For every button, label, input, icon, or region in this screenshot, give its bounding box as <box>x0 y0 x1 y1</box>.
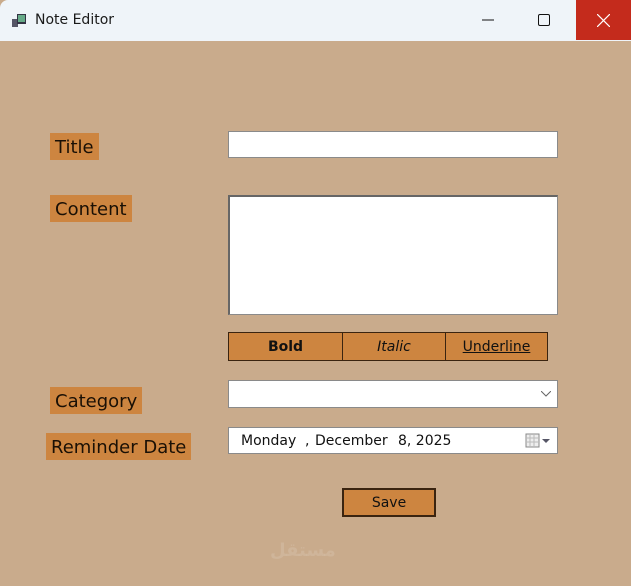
reminder-date-label: Reminder Date <box>46 433 192 460</box>
content-textarea[interactable] <box>228 195 558 315</box>
format-toolbar: Bold Italic Underline <box>228 332 548 361</box>
minimize-button[interactable] <box>465 0 511 40</box>
maximize-icon <box>538 14 550 26</box>
bold-button[interactable]: Bold <box>229 333 343 360</box>
date-day: Monday <box>241 433 297 449</box>
content-label: Content <box>50 195 132 222</box>
calendar-dropdown-icon[interactable] <box>525 433 551 449</box>
underline-button[interactable]: Underline <box>446 333 547 360</box>
reminder-date-picker[interactable]: Monday , December 8, 2025 <box>228 427 558 454</box>
title-input[interactable] <box>228 131 558 158</box>
category-dropdown[interactable] <box>228 380 558 408</box>
watermark: مستقل <box>270 540 336 561</box>
category-label: Category <box>50 387 143 414</box>
date-month: December <box>315 433 388 449</box>
date-separator: , <box>305 433 310 449</box>
maximize-button[interactable] <box>521 0 567 40</box>
title-bar: Note Editor <box>0 0 631 41</box>
chevron-down-icon <box>541 391 551 397</box>
app-icon <box>12 14 26 27</box>
close-button[interactable] <box>576 0 631 40</box>
date-daynum-year: 8, 2025 <box>398 433 452 449</box>
save-button[interactable]: Save <box>342 488 436 517</box>
minimize-icon <box>482 19 494 21</box>
italic-button[interactable]: Italic <box>343 333 446 360</box>
window-title: Note Editor <box>35 12 115 28</box>
title-label: Title <box>50 133 99 160</box>
close-icon <box>597 13 610 27</box>
